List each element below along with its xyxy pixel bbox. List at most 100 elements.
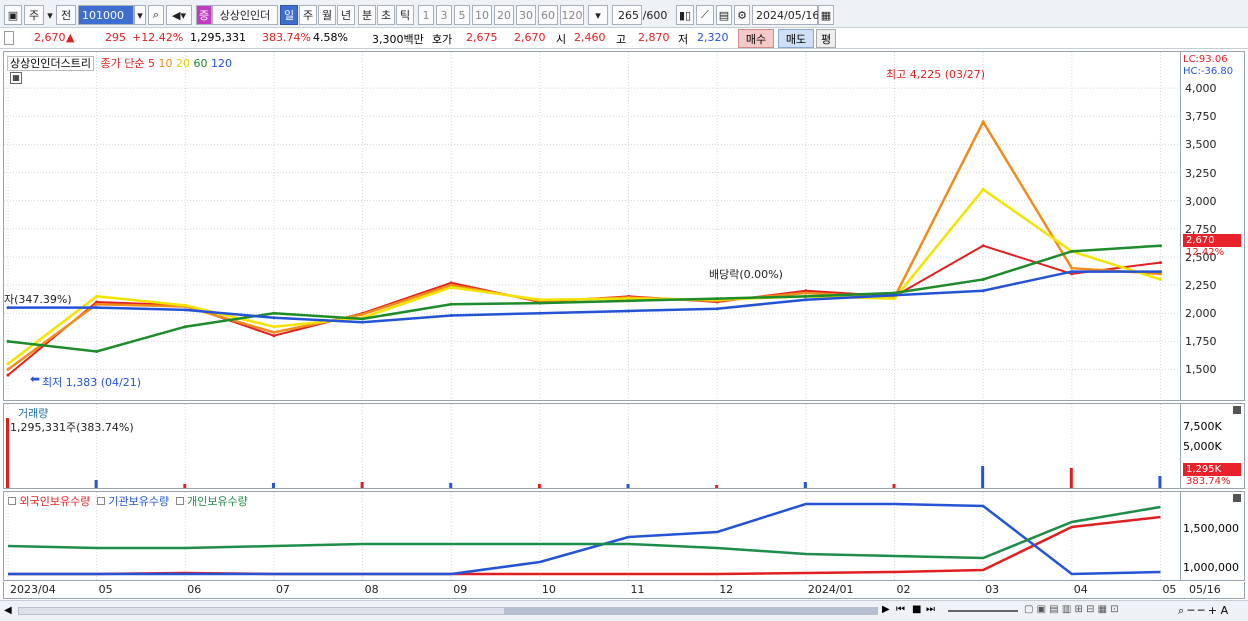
price-change: 295 <box>105 31 126 44</box>
interval-dropdown-icon[interactable]: ▾ <box>588 5 608 25</box>
ma-point-20 <box>893 297 896 301</box>
volume-bar <box>6 418 9 488</box>
ma-point-5 <box>981 244 985 248</box>
ma-point-20 <box>538 298 542 302</box>
x-axis-label: 12 <box>719 583 734 596</box>
ma-point-120 <box>715 307 719 311</box>
rewind-icon[interactable]: ⏮ <box>896 604 905 615</box>
date-input[interactable]: 2024/05/16 <box>752 5 819 25</box>
high-label: 고 <box>616 33 627 46</box>
interval-10[interactable]: 10 <box>472 5 492 25</box>
average-button[interactable]: 평 <box>816 29 836 48</box>
period-month[interactable]: 월 <box>318 5 336 25</box>
layout-icons[interactable]: ▢ ▣ ▤ ▥ ⊞ ⊟ ▦ ⊡ <box>1024 604 1119 615</box>
period-minute[interactable]: 분 <box>358 5 376 25</box>
interval-120[interactable]: 120 <box>560 5 584 25</box>
ma-point-120 <box>449 313 453 317</box>
volume-bar <box>1069 468 1073 488</box>
volume-bar <box>271 483 275 488</box>
stock-code-input[interactable]: 101000 <box>78 5 134 25</box>
stop-icon[interactable]: ■ <box>912 604 921 615</box>
scrollbar-track[interactable] <box>18 607 878 615</box>
holdings-tick-2: 1,000,000 <box>1183 561 1239 574</box>
x-axis-label: 04 <box>1073 583 1088 596</box>
fast-forward-icon[interactable]: ⏭ <box>926 604 935 615</box>
ma-point-5 <box>1158 261 1162 265</box>
speaker-icon[interactable]: ◀▾ <box>166 5 192 25</box>
price-tick-label: 1,500 <box>1185 363 1217 377</box>
zoom-tools-icon[interactable]: ⌕ ─ ─ + A <box>1178 604 1228 618</box>
interval-20[interactable]: 20 <box>494 5 514 25</box>
market-mode-select[interactable]: 주 <box>24 5 44 25</box>
left-note: 자(347.39%) <box>4 293 72 306</box>
ma-point-20 <box>1158 277 1162 281</box>
save-icon[interactable]: ▤ <box>716 5 732 25</box>
holdings-axis: 1,500,000 1,000,000 <box>1181 491 1245 581</box>
buy-button[interactable]: 매수 <box>738 29 774 48</box>
ma-point-10 <box>95 302 99 306</box>
holdings-close-icon[interactable] <box>1233 494 1241 502</box>
zoom-slider[interactable] <box>948 610 1018 612</box>
scrollbar-thumb[interactable] <box>504 608 878 614</box>
holdings-line-1 <box>8 502 1161 576</box>
price-tick-label: 3,000 <box>1185 194 1217 208</box>
volume-bar <box>537 484 541 488</box>
volume-bar <box>803 482 807 488</box>
data-count-input[interactable]: 265 <box>612 5 642 25</box>
turnover-rate: 4.58% <box>313 31 348 44</box>
holdings-line-0 <box>8 515 1161 576</box>
low-arrow-icon: ⬅ <box>30 372 41 386</box>
code-dropdown-icon[interactable]: ▾ <box>134 5 146 25</box>
interval-60[interactable]: 60 <box>538 5 558 25</box>
line-tool-icon[interactable]: ⟋ <box>696 5 714 25</box>
ma-point-20 <box>272 325 276 329</box>
period-tick[interactable]: 틱 <box>396 5 414 25</box>
ma-point-120 <box>981 289 985 293</box>
calendar-icon[interactable]: ▦ <box>818 5 834 25</box>
ma-point-60 <box>627 299 631 303</box>
volume-bar <box>892 484 896 488</box>
holdings-tick-1: 1,500,000 <box>1183 522 1239 535</box>
dropdown-arrow-icon[interactable]: ▾ <box>46 5 54 25</box>
volume-chart-svg <box>6 404 1162 488</box>
ma-point-120 <box>95 306 99 310</box>
scroll-left-icon[interactable]: ◀ <box>4 605 12 616</box>
period-day[interactable]: 일 <box>280 5 298 25</box>
ma-point-20 <box>183 303 187 307</box>
ma-line-20 <box>7 187 1161 365</box>
volume-pane[interactable]: 거래량 1,295,331주(383.74%) <box>3 403 1181 489</box>
ma-point-60 <box>95 349 99 353</box>
dividend-note: 배당락(0.00%) <box>709 268 783 281</box>
interval-1[interactable]: 1 <box>418 5 434 25</box>
price-tick-label: 1,750 <box>1185 335 1217 349</box>
price-pane[interactable]: 상상인인더스트리 종가 단순 5 10 20 60 120 ▦ 최고 4,225… <box>3 51 1181 401</box>
price-tick-label: 2,000 <box>1185 307 1217 321</box>
interval-5[interactable]: 5 <box>454 5 470 25</box>
quote-bar: 2,670 ▲ 295 +12.42% 1,295,331 383.74% 4.… <box>0 28 1248 49</box>
ma-point-120 <box>272 316 276 320</box>
ma-point-120 <box>538 311 542 315</box>
period-week[interactable]: 주 <box>299 5 317 25</box>
holdings-pane[interactable]: 외국인보유수량 기관보유수량 개인보유수량 <box>3 491 1181 581</box>
window-icon[interactable]: ▣ <box>4 5 22 25</box>
scroll-right-icon[interactable]: ▶ <box>882 604 890 615</box>
sell-button[interactable]: 매도 <box>778 29 814 48</box>
ma-point-5 <box>6 373 10 377</box>
interval-3[interactable]: 3 <box>436 5 452 25</box>
quote-checkbox[interactable] <box>4 31 14 45</box>
ma-point-60 <box>361 317 365 321</box>
x-axis-label: 2023/04 <box>10 583 56 596</box>
period-year[interactable]: 년 <box>337 5 355 25</box>
trade-amount: 3,300백만 <box>372 33 424 46</box>
search-icon[interactable]: ⌕ <box>148 5 164 25</box>
ma-point-120 <box>627 309 631 313</box>
volume-close-icon[interactable] <box>1233 406 1241 414</box>
prev-button[interactable]: 전 <box>56 5 76 25</box>
ma-point-10 <box>272 330 276 334</box>
period-second[interactable]: 초 <box>377 5 395 25</box>
ma-point-60 <box>538 301 542 305</box>
candle-icon[interactable]: ▮▯ <box>676 5 694 25</box>
interval-30[interactable]: 30 <box>516 5 536 25</box>
gear-icon[interactable]: ⚙ <box>734 5 750 25</box>
ma-point-5 <box>272 334 276 338</box>
